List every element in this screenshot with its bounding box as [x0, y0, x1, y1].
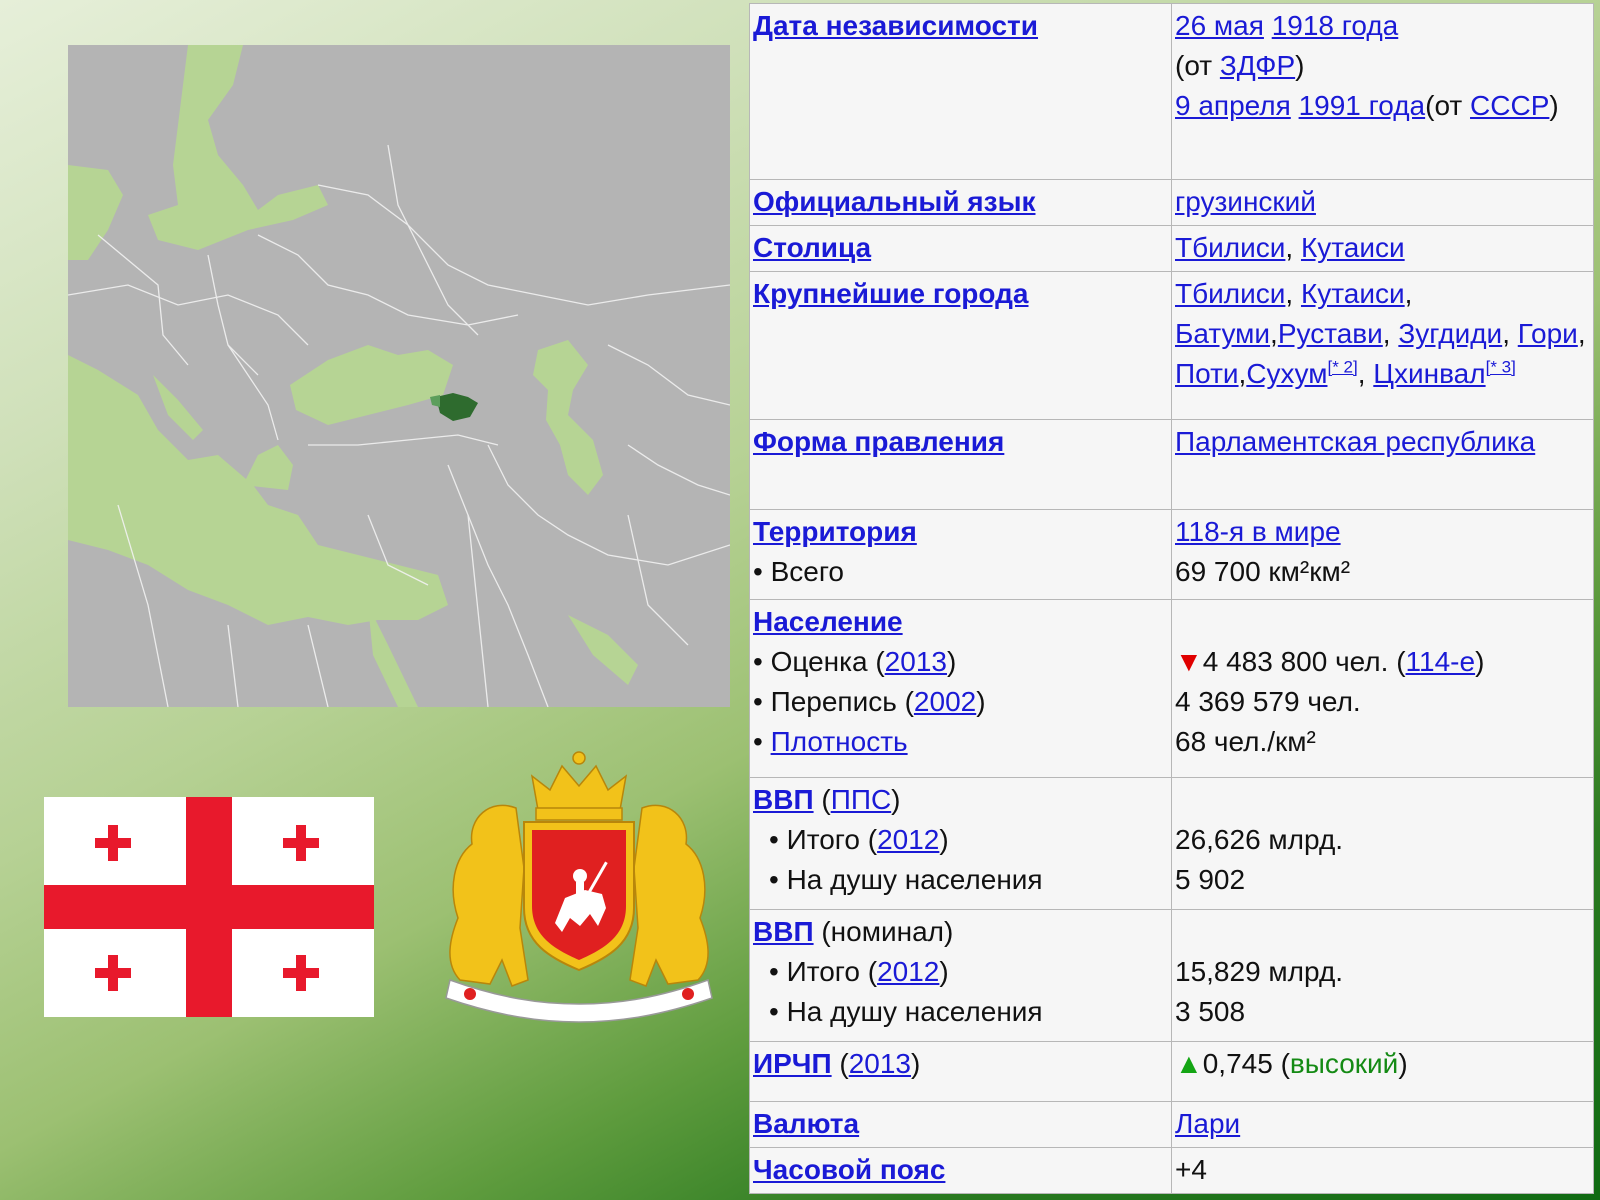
- link-zdfr[interactable]: ЗДФР: [1220, 50, 1295, 81]
- link-1991[interactable]: 1991 года: [1299, 90, 1426, 121]
- link-1918[interactable]: 1918 года: [1272, 10, 1399, 41]
- territory-total-value: 69 700 км²км²: [1175, 556, 1351, 587]
- census-value: 4 369 579 чел.: [1175, 686, 1361, 717]
- city-link[interactable]: Батуми: [1175, 318, 1270, 349]
- census-label: • Перепись (: [753, 686, 914, 717]
- georgia-coat-of-arms-icon: [445, 751, 713, 1023]
- estimate-value: 4 483 800 чел.: [1202, 646, 1389, 677]
- gdp-ppp-total-value: 26,626 млрд.: [1175, 824, 1344, 855]
- city-link[interactable]: Поти: [1175, 358, 1239, 389]
- text-from-2: (от: [1425, 90, 1471, 121]
- link-census-year[interactable]: 2002: [914, 686, 976, 717]
- text-from: (от: [1175, 50, 1220, 81]
- text-paren-2: ): [1549, 90, 1559, 121]
- row-gdp-ppp: ВВП (ППС) • Итого (2012) • На душу насел…: [749, 777, 1594, 910]
- city-link[interactable]: Рустави: [1278, 318, 1383, 349]
- city-link[interactable]: Кутаиси: [1301, 278, 1405, 309]
- label-language[interactable]: Официальный язык: [753, 186, 1036, 217]
- label-timezone[interactable]: Часовой пояс: [753, 1154, 945, 1185]
- down-triangle-icon: ▼: [1175, 646, 1203, 677]
- row-language: Официальный язык грузинский: [749, 179, 1594, 226]
- gdp-nominal-per-capita-value: 3 508: [1175, 996, 1246, 1027]
- row-territory: Территория • Всего 118-я в мире 69 700 км²…: [749, 509, 1594, 600]
- gdp-nominal-sub: (номинал): [821, 916, 954, 947]
- gdp-nominal-total-value: 15,829 млрд.: [1175, 956, 1344, 987]
- gdp-ppp-per-capita-label: • На душу населения: [769, 864, 1043, 895]
- link-estimate-year[interactable]: 2013: [885, 646, 947, 677]
- link-ussr[interactable]: СССР: [1470, 90, 1549, 121]
- location-map: [68, 45, 730, 707]
- link-georgian[interactable]: грузинский: [1175, 186, 1316, 217]
- link-9-april[interactable]: 9 апреля: [1175, 90, 1291, 121]
- link-lari[interactable]: Лари: [1175, 1108, 1240, 1139]
- estimate-label: • Оценка (: [753, 646, 885, 677]
- gdp-ppp-total-label: • Итого (: [769, 824, 878, 855]
- footnote-3[interactable]: [* 3]: [1486, 358, 1516, 377]
- link-gdp-nominal-year[interactable]: 2012: [877, 956, 939, 987]
- territory-total-label: • Всего: [753, 556, 844, 587]
- link-ppp[interactable]: ППС: [831, 784, 891, 815]
- hdi-value: 0,745: [1202, 1048, 1273, 1079]
- georgia-flag-image: [44, 797, 374, 1017]
- row-independence: Дата независимости 26 мая 1918 года (от …: [749, 3, 1594, 180]
- link-tbilisi[interactable]: Тбилиси: [1175, 232, 1285, 263]
- density-value: 68 чел./км²: [1175, 726, 1316, 757]
- link-density[interactable]: Плотность: [771, 726, 908, 757]
- gdp-nominal-per-capita-label: • На душу населения: [769, 996, 1043, 1027]
- georgia-flag-icon: [44, 797, 374, 1017]
- label-hdi[interactable]: ИРЧП: [753, 1048, 832, 1079]
- label-largest-cities[interactable]: Крупнейшие города: [753, 278, 1029, 309]
- row-government: Форма правления Парламентская республика: [749, 419, 1594, 510]
- link-kutaisi[interactable]: Кутаиси: [1301, 232, 1405, 263]
- link-parliamentary-republic[interactable]: Парламентская республика: [1175, 426, 1535, 457]
- label-gdp-ppp[interactable]: ВВП: [753, 784, 814, 815]
- row-population: Население • Оценка (2013) • Перепись (20…: [749, 599, 1594, 778]
- row-hdi: ИРЧП (2013) ▲0,745 (высокий): [749, 1041, 1594, 1102]
- country-infobox-table: Дата независимости 26 мая 1918 года (от …: [749, 3, 1594, 1194]
- label-territory[interactable]: Территория: [753, 516, 917, 547]
- coat-of-arms-image: [420, 748, 738, 1023]
- label-capital[interactable]: Столица: [753, 232, 871, 263]
- label-currency[interactable]: Валюта: [753, 1108, 859, 1139]
- link-hdi-year[interactable]: 2013: [849, 1048, 911, 1079]
- gdp-nominal-total-label: • Итого (: [769, 956, 878, 987]
- city-link[interactable]: Зугдиди: [1398, 318, 1502, 349]
- hdi-level: высокий: [1289, 1048, 1399, 1079]
- city-link[interactable]: Цхинвал: [1373, 358, 1485, 389]
- link-gdp-ppp-year[interactable]: 2012: [877, 824, 939, 855]
- density-bullet: •: [753, 726, 771, 757]
- row-gdp-nominal: ВВП (номинал) • Итого (2012) • На душу н…: [749, 909, 1594, 1042]
- timezone-value: +4: [1175, 1154, 1207, 1185]
- text-paren: ): [1295, 50, 1305, 81]
- row-currency: Валюта Лари: [749, 1101, 1594, 1148]
- city-link[interactable]: Тбилиси: [1175, 278, 1285, 309]
- label-government[interactable]: Форма правления: [753, 426, 1004, 457]
- link-estimate-rank[interactable]: 114-е: [1406, 646, 1476, 677]
- label-gdp-nominal[interactable]: ВВП: [753, 916, 814, 947]
- label-population[interactable]: Население: [753, 606, 903, 637]
- label-independence[interactable]: Дата независимости: [753, 10, 1038, 41]
- up-triangle-icon: ▲: [1175, 1048, 1203, 1079]
- link-26-may[interactable]: 26 мая: [1175, 10, 1264, 41]
- city-link[interactable]: Сухум: [1246, 358, 1327, 389]
- row-timezone: Часовой пояс +4: [749, 1147, 1594, 1194]
- row-largest-cities: Крупнейшие города Тбилиси, Кутаиси, Бату…: [749, 271, 1594, 420]
- gdp-ppp-per-capita-value: 5 902: [1175, 864, 1246, 895]
- link-territory-rank[interactable]: 118-я в мире: [1175, 516, 1341, 547]
- footnote-2[interactable]: [* 2]: [1327, 358, 1357, 377]
- city-link[interactable]: Гори: [1518, 318, 1578, 349]
- row-capital: Столица Тбилиси, Кутаиси: [749, 225, 1594, 272]
